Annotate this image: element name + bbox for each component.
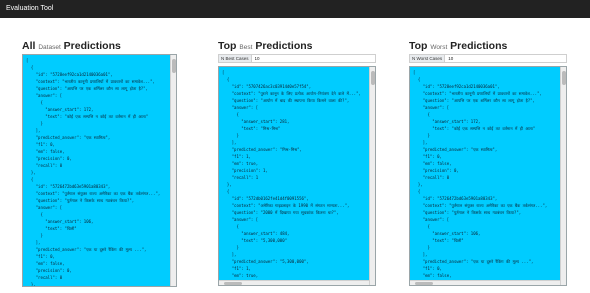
best-predictions-json-box[interactable]: [ { "id": "5707426ac3c03914d0e57f54", "c… bbox=[218, 66, 376, 286]
scroll-thumb[interactable] bbox=[172, 59, 176, 73]
app-title: Evaluation Tool bbox=[6, 5, 54, 12]
all-predictions-title: All Dataset Predictions bbox=[22, 40, 121, 52]
vertical-scrollbar[interactable] bbox=[560, 67, 566, 285]
best-predictions-json-text: [ { "id": "5707426ac3c03914d0e57f54", "c… bbox=[222, 70, 361, 285]
vertical-scrollbar[interactable] bbox=[170, 55, 176, 286]
app-title-bar: Evaluation Tool bbox=[0, 0, 590, 18]
horizontal-scrollbar[interactable] bbox=[219, 280, 369, 285]
best-predictions-title: Top Best Predictions bbox=[218, 40, 313, 52]
scroll-thumb[interactable] bbox=[415, 282, 433, 285]
n-best-cases-input[interactable] bbox=[251, 55, 375, 62]
horizontal-scrollbar[interactable] bbox=[410, 280, 560, 285]
scroll-thumb[interactable] bbox=[224, 282, 242, 285]
n-worst-cases-input[interactable] bbox=[445, 55, 566, 62]
all-predictions-json-text: [ { "id": "5728eef92ca1d2140036a01", "co… bbox=[26, 58, 161, 286]
worst-predictions-json-text: [ { "id": "5728eef92ca1d2140036a01", "co… bbox=[413, 70, 548, 285]
scroll-thumb[interactable] bbox=[371, 71, 375, 85]
worst-predictions-title: Top Worst Predictions bbox=[409, 40, 508, 52]
worst-predictions-panel: Top Worst Predictions N Worst Cases [ { … bbox=[409, 40, 567, 286]
n-best-cases-label: N Best Cases bbox=[219, 55, 252, 62]
scroll-thumb[interactable] bbox=[562, 71, 566, 85]
all-predictions-panel: All Dataset Predictions [ { "id": "5728e… bbox=[22, 40, 177, 287]
n-worst-cases-group: N Worst Cases bbox=[409, 54, 567, 63]
n-worst-cases-label: N Worst Cases bbox=[410, 55, 446, 62]
n-best-cases-group: N Best Cases bbox=[218, 54, 376, 63]
worst-predictions-json-box[interactable]: [ { "id": "5728eef92ca1d2140036a01", "co… bbox=[409, 66, 567, 286]
best-predictions-panel: Top Best Predictions N Best Cases [ { "i… bbox=[218, 40, 376, 286]
all-predictions-json-box[interactable]: [ { "id": "5728eef92ca1d2140036a01", "co… bbox=[22, 54, 177, 287]
vertical-scrollbar[interactable] bbox=[369, 67, 375, 285]
